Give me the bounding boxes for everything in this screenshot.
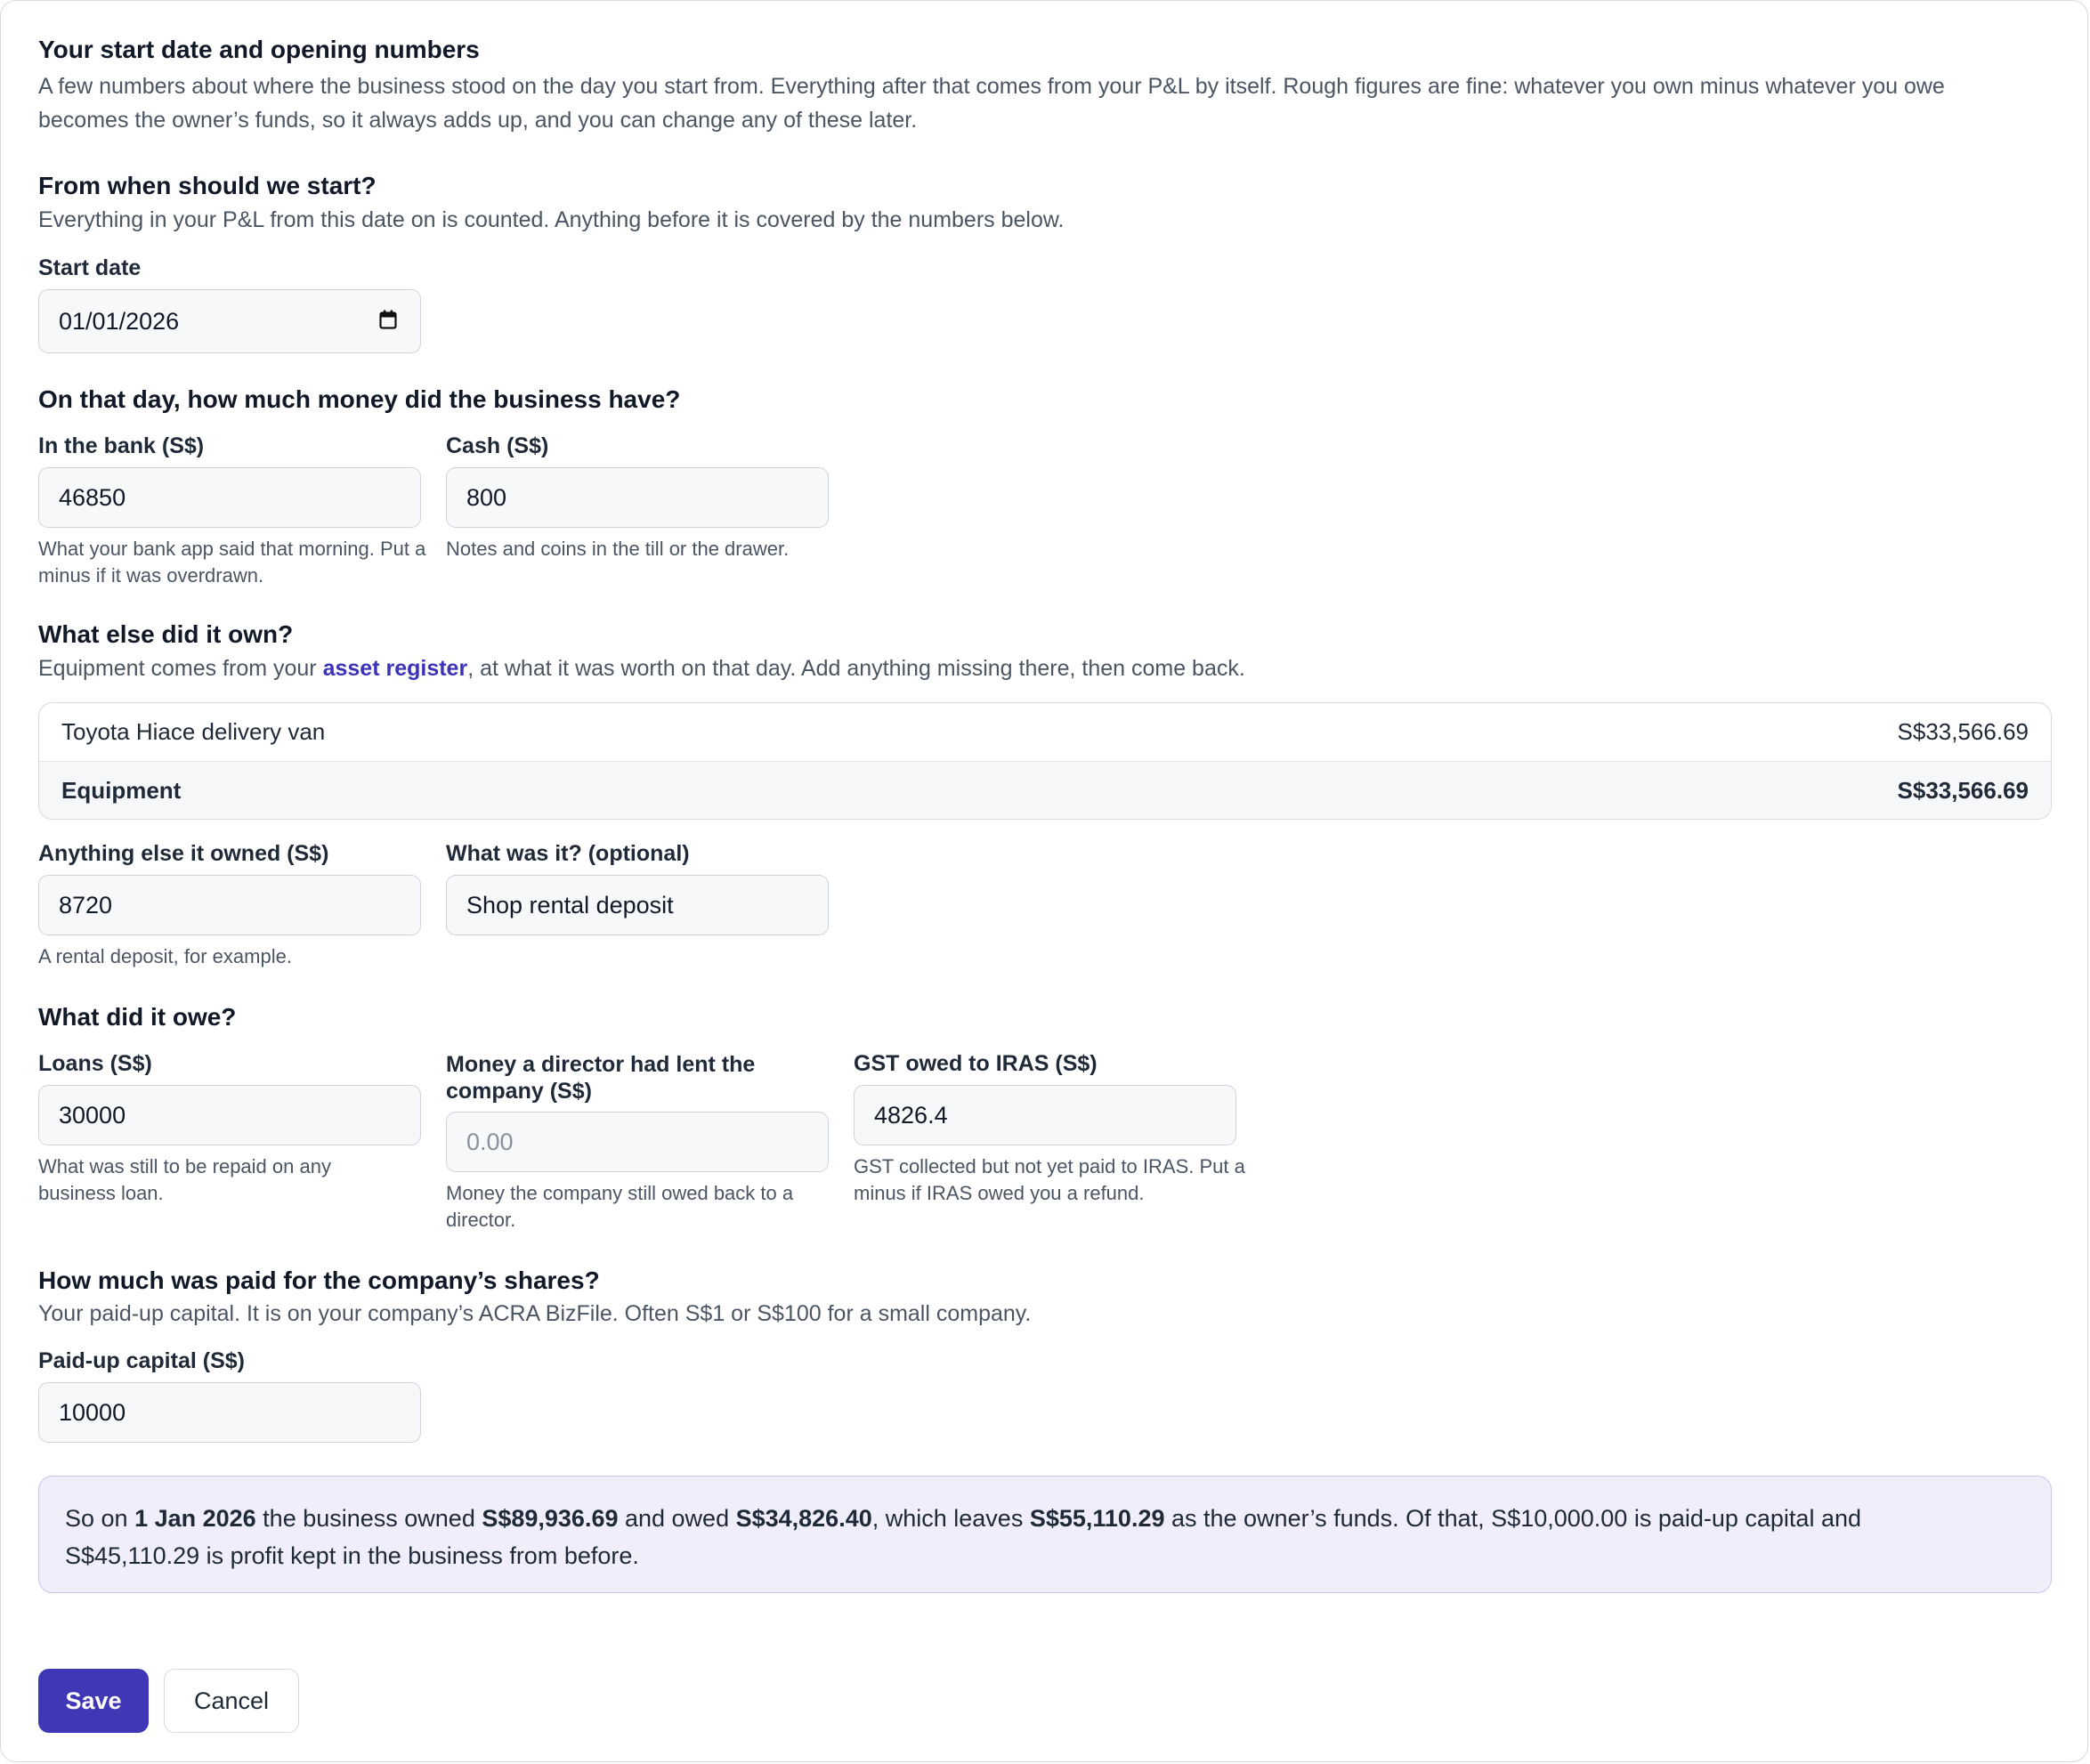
bank-label: In the bank (S$) <box>38 433 205 458</box>
start-date-input[interactable]: 01/01/2026 <box>38 289 421 353</box>
bank-hint: What your bank app said that morning. Pu… <box>38 538 426 587</box>
loans-input[interactable] <box>38 1085 421 1145</box>
intro-description-line-1: A few numbers about where the business s… <box>38 74 1945 99</box>
summary-owned: S$89,936.69 <box>482 1505 619 1532</box>
start-date-label: Start date <box>38 255 142 280</box>
start-date-value: 01/01/2026 <box>59 308 180 335</box>
gst-input[interactable] <box>854 1085 1236 1145</box>
other-owned-label: Anything else it owned (S$) <box>38 841 329 866</box>
equipment-total-label: Equipment <box>61 777 182 804</box>
equipment-value: S$33,566.69 <box>1897 718 2029 745</box>
summary-owner-funds: S$55,110.29 <box>1029 1505 1165 1532</box>
save-button[interactable]: Save <box>38 1669 149 1733</box>
cash-hint: Notes and coins in the till or the drawe… <box>446 538 790 560</box>
shares-section-heading: How much was paid for the company’s shar… <box>38 1266 600 1294</box>
equipment-row: Toyota Hiace delivery van S$33,566.69 <box>39 703 2051 761</box>
paid-up-capital-input[interactable] <box>38 1382 421 1443</box>
equipment-table: Toyota Hiace delivery van S$33,566.69 Eq… <box>38 702 2052 820</box>
bank-input[interactable] <box>38 467 421 528</box>
owned-section-heading: What else did it own? <box>38 620 294 648</box>
shares-section-description: Your paid-up capital. It is on your comp… <box>38 1301 1032 1326</box>
cash-input[interactable] <box>446 467 829 528</box>
director-loan-input[interactable] <box>446 1112 829 1172</box>
equipment-total-row: Equipment S$33,566.69 <box>39 761 2051 819</box>
what-was-it-input[interactable] <box>446 875 829 935</box>
equipment-name: Toyota Hiace delivery van <box>61 718 326 745</box>
summary-owed: S$34,826.40 <box>735 1505 872 1532</box>
owned-section-description: Equipment comes from your asset register… <box>38 656 1245 681</box>
what-was-it-label: What was it? (optional) <box>446 841 690 866</box>
cash-label: Cash (S$) <box>446 433 549 458</box>
other-owned-hint: A rental deposit, for example. <box>38 945 292 967</box>
start-section-heading: From when should we start? <box>38 172 377 199</box>
director-loan-label: Money a director had lent the company (S… <box>446 1052 756 1104</box>
asset-register-link[interactable]: asset register <box>323 656 468 681</box>
money-section-heading: On that day, how much money did the busi… <box>38 385 681 413</box>
gst-hint: GST collected but not yet paid to IRAS. … <box>854 1155 1245 1204</box>
opening-numbers-form: Your start date and opening numbers A fe… <box>0 0 2088 1762</box>
page-title: Your start date and opening numbers <box>38 36 480 63</box>
intro-description-line-2: becomes the owner’s funds, so it always … <box>38 108 918 133</box>
owed-section-heading: What did it owe? <box>38 1003 237 1031</box>
calendar-icon[interactable] <box>379 310 397 329</box>
summary-date: 1 Jan 2026 <box>134 1505 256 1532</box>
loans-hint: What was still to be repaid on any busin… <box>38 1155 331 1204</box>
other-owned-input[interactable] <box>38 875 421 935</box>
gst-label: GST owed to IRAS (S$) <box>854 1051 1098 1076</box>
opening-summary: So on 1 Jan 2026 the business owned S$89… <box>38 1476 2052 1593</box>
cancel-button[interactable]: Cancel <box>164 1669 299 1733</box>
paid-up-capital-label: Paid-up capital (S$) <box>38 1348 245 1373</box>
summary-line-2: S$45,110.29 is profit kept in the busine… <box>65 1542 639 1569</box>
director-loan-hint: Money the company still owed back to a d… <box>446 1182 794 1231</box>
start-section-description: Everything in your P&L from this date on… <box>38 207 1065 232</box>
equipment-total-value: S$33,566.69 <box>1897 777 2029 804</box>
loans-label: Loans (S$) <box>38 1051 152 1076</box>
